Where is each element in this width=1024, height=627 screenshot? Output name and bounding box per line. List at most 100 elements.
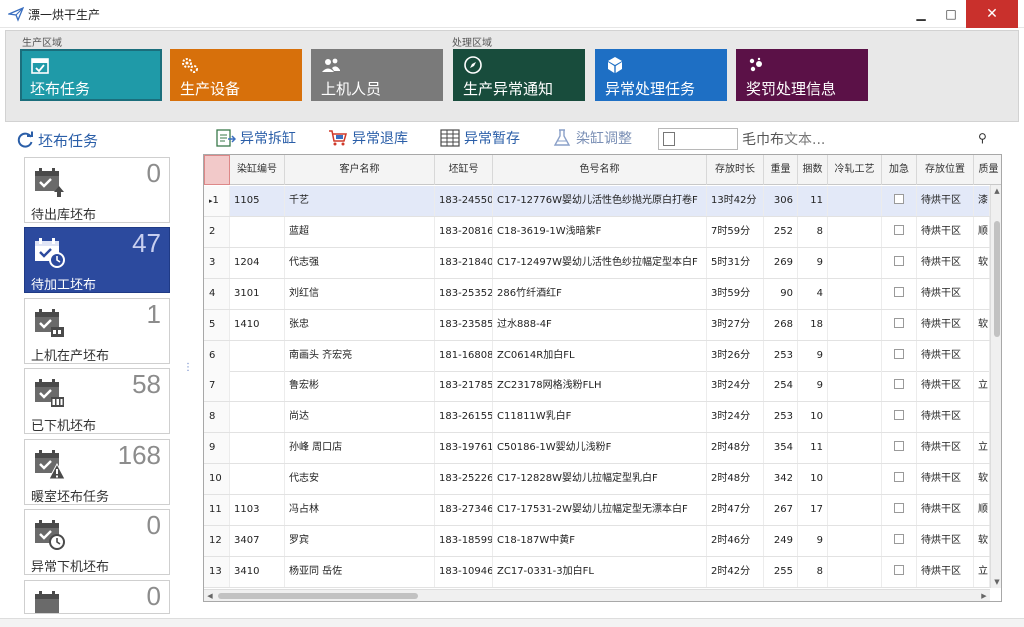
minimize-button[interactable]: ▁ bbox=[904, 0, 938, 28]
cell-storage-duration: 5时31分 bbox=[707, 247, 764, 278]
search-icon[interactable]: ⚲ bbox=[978, 131, 987, 145]
header-storage-duration[interactable]: 存放时长 bbox=[707, 155, 764, 185]
checkbox[interactable] bbox=[894, 317, 904, 328]
header-customer-name[interactable]: 客户名称 bbox=[285, 155, 435, 185]
table-row[interactable]: ▸1 1105 千艺 183-24550 C17-12776W婴幼儿活性色纱抛光原白打卷… bbox=[204, 186, 1001, 217]
table-row[interactable]: 5 1410 张忠 183-23585 过水888-4F 3时27分 268 18 待烘干区软 bbox=[204, 309, 1001, 341]
scroll-right-icon[interactable]: ▶ bbox=[978, 590, 990, 601]
header-corner[interactable] bbox=[204, 155, 230, 185]
urgent-checkbox[interactable] bbox=[882, 371, 917, 402]
checkbox[interactable] bbox=[894, 441, 904, 452]
tile-gray-fabric-task[interactable]: 坯布任务 bbox=[20, 49, 162, 101]
row-number[interactable]: 9 bbox=[204, 433, 230, 464]
card-more[interactable]: 0 bbox=[24, 580, 170, 614]
scroll-left-icon[interactable]: ◀ bbox=[204, 590, 216, 601]
card-off-machine[interactable]: 58 已下机坯布 bbox=[24, 368, 170, 434]
urgent-checkbox[interactable] bbox=[882, 247, 917, 278]
row-number[interactable]: ▸1 bbox=[204, 186, 230, 216]
card-abnormal-off-machine[interactable]: 0 异常下机坯布 bbox=[24, 509, 170, 575]
urgent-checkbox[interactable] bbox=[882, 340, 917, 371]
header-urgent[interactable]: 加急 bbox=[882, 155, 917, 185]
table-row[interactable]: 4 3101 刘红信 183-25352 286竹纤酒红F 3时59分 90 4 待烘干区 bbox=[204, 278, 1001, 310]
card-pending-processing[interactable]: 47 待加工坯布 bbox=[24, 227, 170, 293]
header-dye-vat-no[interactable]: 染缸编号 bbox=[230, 155, 285, 185]
header-bundles[interactable]: 捆数 bbox=[798, 155, 828, 185]
checkbox[interactable] bbox=[894, 410, 904, 421]
urgent-checkbox[interactable] bbox=[882, 278, 917, 309]
row-number[interactable]: 7 bbox=[204, 371, 230, 402]
card-warm-room[interactable]: 168 暖室坯布任务 bbox=[24, 439, 170, 505]
table-row[interactable]: 6 南画头 齐宏亮 181-16808 ZC0614R加白FL 3时26分 253 9 待烘干… bbox=[204, 340, 1001, 372]
tile-reward-penalty[interactable]: 奖罚处理信息 bbox=[736, 49, 868, 101]
card-on-machine[interactable]: 1 上机在产坯布 bbox=[24, 298, 170, 364]
checkbox[interactable] bbox=[894, 472, 904, 483]
header-batch-no[interactable]: 坯缸号 bbox=[435, 155, 493, 185]
row-number[interactable]: 6 bbox=[204, 340, 230, 371]
left-panel-title[interactable]: 坯布任务 bbox=[16, 130, 98, 151]
urgent-checkbox[interactable] bbox=[882, 433, 917, 464]
table-row[interactable]: 10 代志安 183-25226 C17-12828W婴幼儿拉幅定型乳白F 2时48分 3… bbox=[204, 464, 1001, 496]
header-cold-process[interactable]: 冷轧工艺 bbox=[828, 155, 882, 185]
table-row[interactable]: 11 1103 冯占林 183-27346 C17-17531-2W婴幼儿拉幅定型无漂本… bbox=[204, 495, 1001, 526]
scroll-thumb[interactable] bbox=[994, 221, 1000, 337]
search-checkbox[interactable] bbox=[663, 132, 675, 146]
scroll-up-icon[interactable]: ▲ bbox=[991, 185, 1001, 197]
urgent-checkbox[interactable] bbox=[882, 464, 917, 495]
checkbox[interactable] bbox=[894, 379, 904, 390]
table-row[interactable]: 12 3407 罗宾 183-18599 C18-187W中黄F 2时46分 249 9 待烘干… bbox=[204, 525, 1001, 557]
urgent-checkbox[interactable] bbox=[882, 309, 917, 340]
scroll-down-icon[interactable]: ▼ bbox=[991, 576, 1001, 588]
checkbox[interactable] bbox=[894, 503, 904, 513]
header-weight[interactable]: 重量 bbox=[764, 155, 798, 185]
row-number[interactable]: 10 bbox=[204, 464, 230, 495]
checkbox[interactable] bbox=[894, 224, 904, 235]
checkbox[interactable] bbox=[894, 286, 904, 297]
cell-quality: 软 bbox=[974, 525, 990, 556]
row-number[interactable]: 13 bbox=[204, 556, 230, 587]
header-color-name[interactable]: 色号名称 bbox=[493, 155, 707, 185]
close-button[interactable]: ✕ bbox=[966, 0, 1018, 28]
scroll-thumb[interactable] bbox=[218, 593, 418, 599]
row-number[interactable]: 8 bbox=[204, 402, 230, 433]
tile-exception-tasks[interactable]: 异常处理任务 bbox=[595, 49, 727, 101]
adjust-vat-button[interactable]: 染缸调整 bbox=[552, 128, 632, 150]
tile-operators[interactable]: 上机人员 bbox=[311, 49, 443, 101]
vertical-scrollbar[interactable]: ▲ ▼ bbox=[990, 185, 1001, 588]
row-number[interactable]: 11 bbox=[204, 495, 230, 525]
checkbox[interactable] bbox=[894, 564, 904, 575]
urgent-checkbox[interactable] bbox=[882, 216, 917, 247]
table-row[interactable]: 13 3410 杨亚同 岳佐 183-10946 ZC17-0331-3加白FL 2时42… bbox=[204, 556, 1001, 588]
search-input[interactable] bbox=[658, 128, 738, 150]
urgent-checkbox[interactable] bbox=[882, 556, 917, 587]
checkbox[interactable] bbox=[894, 533, 904, 544]
table-row[interactable]: 7 鲁宏彬 183-21785 ZC23178网格浅粉FLH 3时24分 254 9 待烘干区… bbox=[204, 371, 1001, 403]
row-number[interactable]: 2 bbox=[204, 216, 230, 247]
horizontal-scrollbar[interactable]: ◀ ▶ bbox=[204, 589, 990, 601]
row-number[interactable]: 3 bbox=[204, 247, 230, 278]
maximize-button[interactable]: □ bbox=[934, 0, 968, 28]
return-stock-button[interactable]: 异常退库 bbox=[328, 128, 408, 150]
checkbox[interactable] bbox=[894, 348, 904, 359]
table-row[interactable]: 8 尚达 183-26155 C11811W乳白F 3时24分 253 10 待烘干区 bbox=[204, 402, 1001, 434]
header-quality[interactable]: 质量 bbox=[974, 155, 1001, 185]
row-number[interactable]: 4 bbox=[204, 278, 230, 309]
row-number[interactable]: 5 bbox=[204, 309, 230, 340]
tile-exception-notice[interactable]: 生产异常通知 bbox=[453, 49, 585, 101]
cell-weight: 254 bbox=[764, 371, 798, 402]
card-pending-outbound[interactable]: 0 待出库坯布 bbox=[24, 157, 170, 223]
header-location[interactable]: 存放位置 bbox=[917, 155, 974, 185]
table-row[interactable]: 2 蓝超 183-20816 C18-3619-1W浅暗紫F 7时59分 252 8 待烘干区… bbox=[204, 216, 1001, 248]
urgent-checkbox[interactable] bbox=[882, 402, 917, 433]
row-number[interactable]: 12 bbox=[204, 525, 230, 556]
temp-store-button[interactable]: 异常暂存 bbox=[440, 128, 520, 150]
urgent-checkbox[interactable] bbox=[882, 186, 917, 216]
checkbox[interactable] bbox=[894, 255, 904, 266]
split-vat-button[interactable]: 异常拆缸 bbox=[216, 128, 296, 150]
tile-production-equipment[interactable]: 生产设备 bbox=[170, 49, 302, 101]
urgent-checkbox[interactable] bbox=[882, 495, 917, 525]
urgent-checkbox[interactable] bbox=[882, 525, 917, 556]
table-row[interactable]: 9 孙峰 周口店 183-19761 C50186-1W婴幼儿浅粉F 2时48分 354 1… bbox=[204, 433, 1001, 465]
splitter-handle[interactable]: ⋮ bbox=[183, 362, 193, 373]
table-row[interactable]: 3 1204 代志强 183-21840 C17-12497W婴幼儿活性色纱拉幅定型本白… bbox=[204, 247, 1001, 279]
checkbox[interactable] bbox=[894, 194, 904, 204]
